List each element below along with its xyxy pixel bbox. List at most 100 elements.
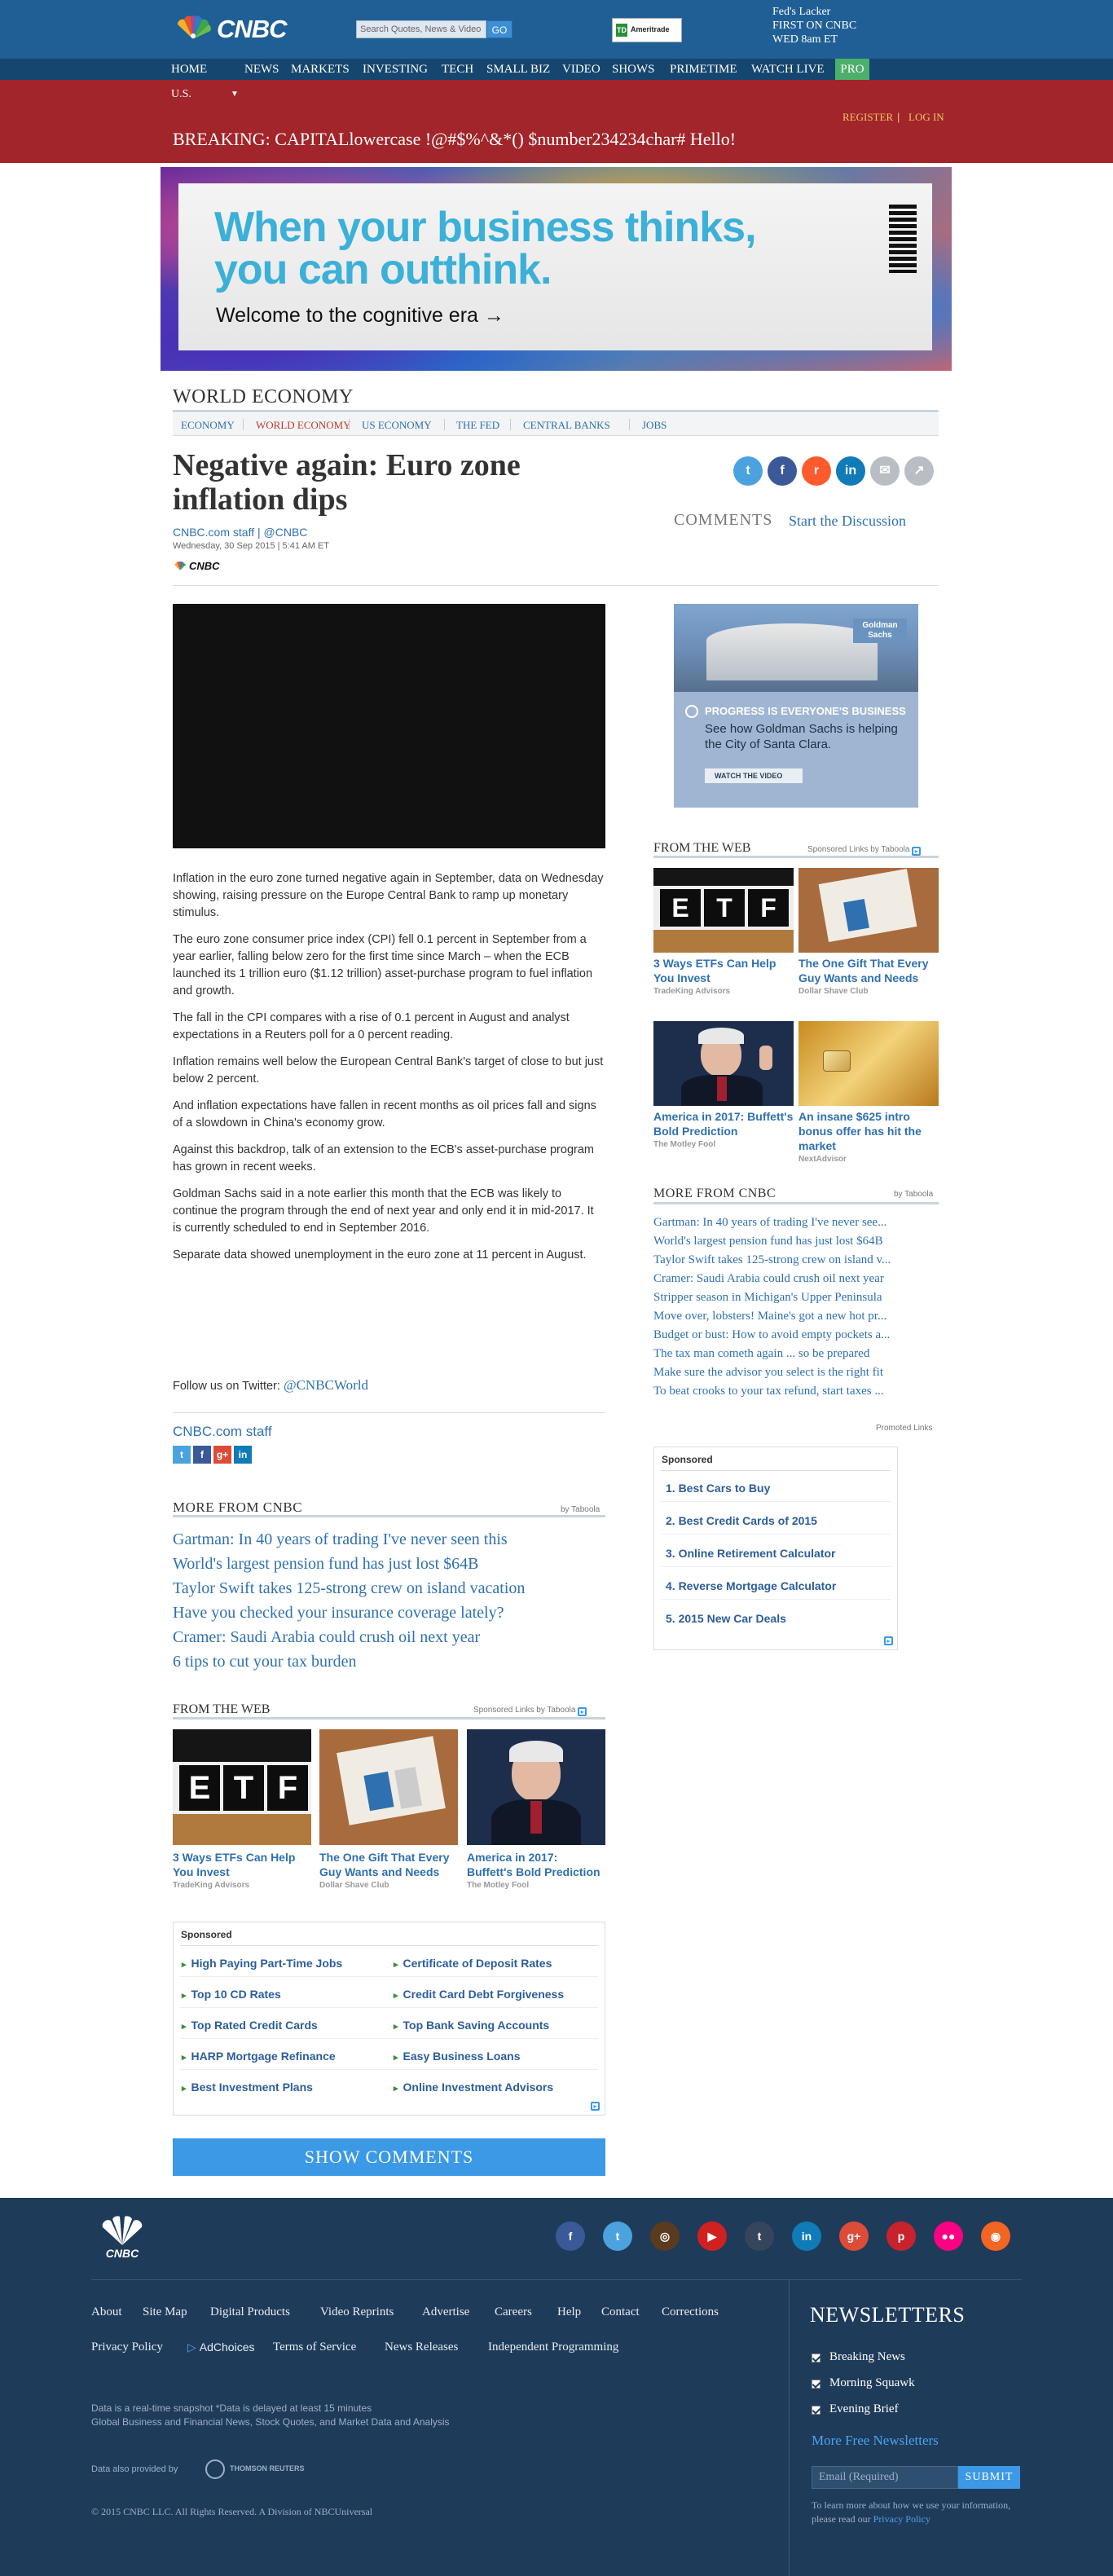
related-link[interactable]: The tax man cometh again ... so be prepa… — [653, 1345, 939, 1363]
nav-primetime[interactable]: PRIMETIME — [670, 63, 737, 77]
footer-link-help[interactable]: Help — [557, 2305, 581, 2319]
taboola-credit[interactable]: Sponsored Links by Taboola ▸ — [473, 1706, 587, 1716]
header-promo[interactable]: Fed's Lacker FIRST ON CNBC WED 8am ET — [772, 5, 856, 46]
related-link[interactable]: Cramer: Saudi Arabia could crush oil nex… — [173, 1625, 605, 1649]
show-comments-button[interactable]: SHOW COMMENTS — [173, 2138, 605, 2176]
youtube-icon[interactable]: ▶ — [697, 2222, 727, 2251]
nav-watch-live[interactable]: WATCH LIVE — [751, 63, 825, 77]
checkbox-morning-squawk[interactable] — [812, 2380, 820, 2389]
sponsored-card[interactable]: America in 2017: Buffett's Bold Predicti… — [467, 1729, 605, 1890]
nav-shows[interactable]: SHOWS — [612, 63, 655, 77]
footer-link-news-releases[interactable]: News Releases — [385, 2340, 458, 2354]
author-name-link[interactable]: CNBC.com staff — [173, 1424, 272, 1440]
thomson-reuters-logo[interactable]: THOMSON REUTERS — [205, 2459, 328, 2479]
sponsored-link[interactable]: ▸ Best Investment Plans — [182, 2081, 313, 2094]
related-link[interactable]: Stripper season in Michigan's Upper Peni… — [653, 1288, 939, 1307]
sponsored-card[interactable]: E T F 3 Ways ETFs Can Help You Invest Tr… — [653, 868, 794, 996]
sponsored-link[interactable]: ▸ Easy Business Loans — [394, 2050, 520, 2063]
nav-markets[interactable]: MARKETS — [291, 63, 350, 77]
footer-link-digital-products[interactable]: Digital Products — [210, 2305, 290, 2319]
tab-the-fed[interactable]: THE FED — [456, 419, 499, 432]
nav-home[interactable]: HOME — [171, 63, 207, 77]
footer-link-contact[interactable]: Contact — [601, 2305, 640, 2319]
reddit-icon[interactable]: r — [802, 456, 831, 486]
nav-pro[interactable]: PRO — [835, 59, 869, 80]
tab-economy[interactable]: ECONOMY — [181, 419, 235, 432]
tab-world-economy[interactable]: WORLD ECONOMY — [256, 419, 351, 432]
privacy-policy-link[interactable]: Privacy Policy — [873, 2513, 930, 2525]
breaking-news-banner[interactable]: BREAKING: CAPITALlowercase !@#$%^&*() $n… — [173, 129, 736, 150]
instagram-icon[interactable]: ◎ — [650, 2222, 680, 2251]
google-plus-icon[interactable]: g+ — [213, 1446, 231, 1464]
adchoices-icon[interactable]: ▸ — [578, 1707, 587, 1716]
taboola-credit[interactable]: Sponsored Links by Taboola ▸ — [807, 845, 922, 856]
footer-link-video-reprints[interactable]: Video Reprints — [320, 2305, 394, 2319]
sponsored-link[interactable]: 5. 2015 New Car Deals — [666, 1612, 786, 1625]
twitter-icon[interactable]: t — [733, 456, 763, 486]
tab-us-economy[interactable]: US ECONOMY — [362, 419, 432, 432]
nav-tech[interactable]: TECH — [442, 63, 473, 77]
newsletter-email-field[interactable]: Email (Required) — [812, 2466, 958, 2489]
caret-down-icon[interactable]: ▼ — [231, 90, 239, 99]
related-link[interactable]: World's largest pension fund has just lo… — [173, 1552, 605, 1576]
search-input[interactable]: Search Quotes, News & Video — [356, 20, 486, 38]
sponsored-link[interactable]: 2. Best Credit Cards of 2015 — [666, 1514, 817, 1527]
sponsored-link[interactable]: ▸ Top Bank Saving Accounts — [394, 2019, 549, 2032]
footer-link-privacy-policy[interactable]: Privacy Policy — [91, 2340, 163, 2354]
related-link[interactable]: Budget or bust: How to avoid empty pocke… — [653, 1326, 939, 1345]
taboola-credit[interactable]: by Taboola — [894, 1190, 933, 1199]
adchoices-icon[interactable]: ▸ — [591, 2102, 600, 2111]
related-link[interactable]: Taylor Swift takes 125-strong crew on is… — [173, 1576, 605, 1601]
footer-link-independent-programming[interactable]: Independent Programming — [488, 2340, 618, 2354]
nav-news[interactable]: NEWS — [244, 63, 279, 77]
footer-link-about[interactable]: About — [91, 2305, 122, 2319]
more-newsletters-link[interactable]: More Free Newsletters — [812, 2433, 939, 2449]
newsletter-option[interactable]: Breaking News — [829, 2350, 905, 2364]
section-title[interactable]: WORLD ECONOMY — [173, 386, 354, 408]
sponsored-link[interactable]: 1. Best Cars to Buy — [666, 1482, 770, 1495]
start-discussion-link[interactable]: Start the Discussion — [789, 513, 906, 530]
video-player[interactable] — [173, 604, 605, 848]
footer-link-corrections[interactable]: Corrections — [662, 2305, 719, 2319]
sponsored-card[interactable]: E T F 3 Ways ETFs Can Help You Invest Tr… — [173, 1729, 311, 1890]
adchoices-icon[interactable]: ▸ — [884, 1636, 893, 1645]
region-selector[interactable]: U.S. — [171, 88, 191, 101]
footer-link-terms[interactable]: Terms of Service — [273, 2340, 356, 2354]
sponsored-link[interactable]: ▸ Top 10 CD Rates — [182, 1988, 281, 2001]
related-link[interactable]: Move over, lobsters! Maine's got a new h… — [653, 1307, 939, 1326]
facebook-icon[interactable]: f — [193, 1446, 211, 1464]
sponsored-link[interactable]: 3. Online Retirement Calculator — [666, 1547, 836, 1560]
search-go-button[interactable]: GO — [486, 20, 513, 38]
facebook-icon[interactable]: f — [556, 2222, 585, 2251]
related-link[interactable]: Gartman: In 40 years of trading I've nev… — [653, 1213, 939, 1232]
email-icon[interactable]: ✉ — [870, 456, 900, 486]
rss-icon[interactable]: ◉ — [981, 2222, 1010, 2251]
related-link[interactable]: Gartman: In 40 years of trading I've nev… — [173, 1527, 605, 1552]
sponsored-card[interactable]: The One Gift That Every Guy Wants and Ne… — [798, 868, 939, 996]
related-link[interactable]: Taylor Swift takes 125-strong crew on is… — [653, 1251, 939, 1270]
pinterest-icon[interactable]: p — [886, 2222, 916, 2251]
watch-video-button[interactable]: WATCH THE VIDEO — [705, 768, 803, 783]
related-link[interactable]: 6 tips to cut your tax burden — [173, 1649, 605, 1674]
sponsored-link[interactable]: ▸ Online Investment Advisors — [394, 2081, 553, 2094]
facebook-icon[interactable]: f — [768, 456, 797, 486]
sponsored-link[interactable]: ▸ HARP Mortgage Refinance — [182, 2050, 336, 2063]
tab-jobs[interactable]: JOBS — [642, 419, 666, 432]
adchoices-icon[interactable]: ▸ — [912, 847, 922, 856]
footer-link-adchoices[interactable]: ▷ AdChoices — [187, 2340, 254, 2354]
share-icon[interactable]: ↗ — [904, 456, 934, 486]
related-link[interactable]: Have you checked your insurance coverage… — [173, 1601, 605, 1625]
sponsored-link[interactable]: ▸ Credit Card Debt Forgiveness — [394, 1988, 564, 2001]
flickr-icon[interactable]: ●● — [934, 2222, 963, 2251]
related-link[interactable]: Make sure the advisor you select is the … — [653, 1363, 939, 1382]
related-link[interactable]: World's largest pension fund has just lo… — [653, 1232, 939, 1251]
twitter-icon[interactable]: t — [173, 1446, 191, 1464]
article-byline[interactable]: CNBC.com staff | @CNBC — [173, 526, 307, 539]
sponsored-card[interactable]: The One Gift That Every Guy Wants and Ne… — [319, 1729, 458, 1890]
register-link[interactable]: REGISTER — [842, 111, 893, 124]
footer-link-careers[interactable]: Careers — [495, 2305, 532, 2319]
sponsored-link[interactable]: ▸ Certificate of Deposit Rates — [394, 1957, 552, 1970]
nav-investing[interactable]: INVESTING — [363, 63, 428, 77]
footer-link-advertise[interactable]: Advertise — [422, 2305, 469, 2319]
newsletter-submit-button[interactable]: SUBMIT — [958, 2466, 1020, 2489]
